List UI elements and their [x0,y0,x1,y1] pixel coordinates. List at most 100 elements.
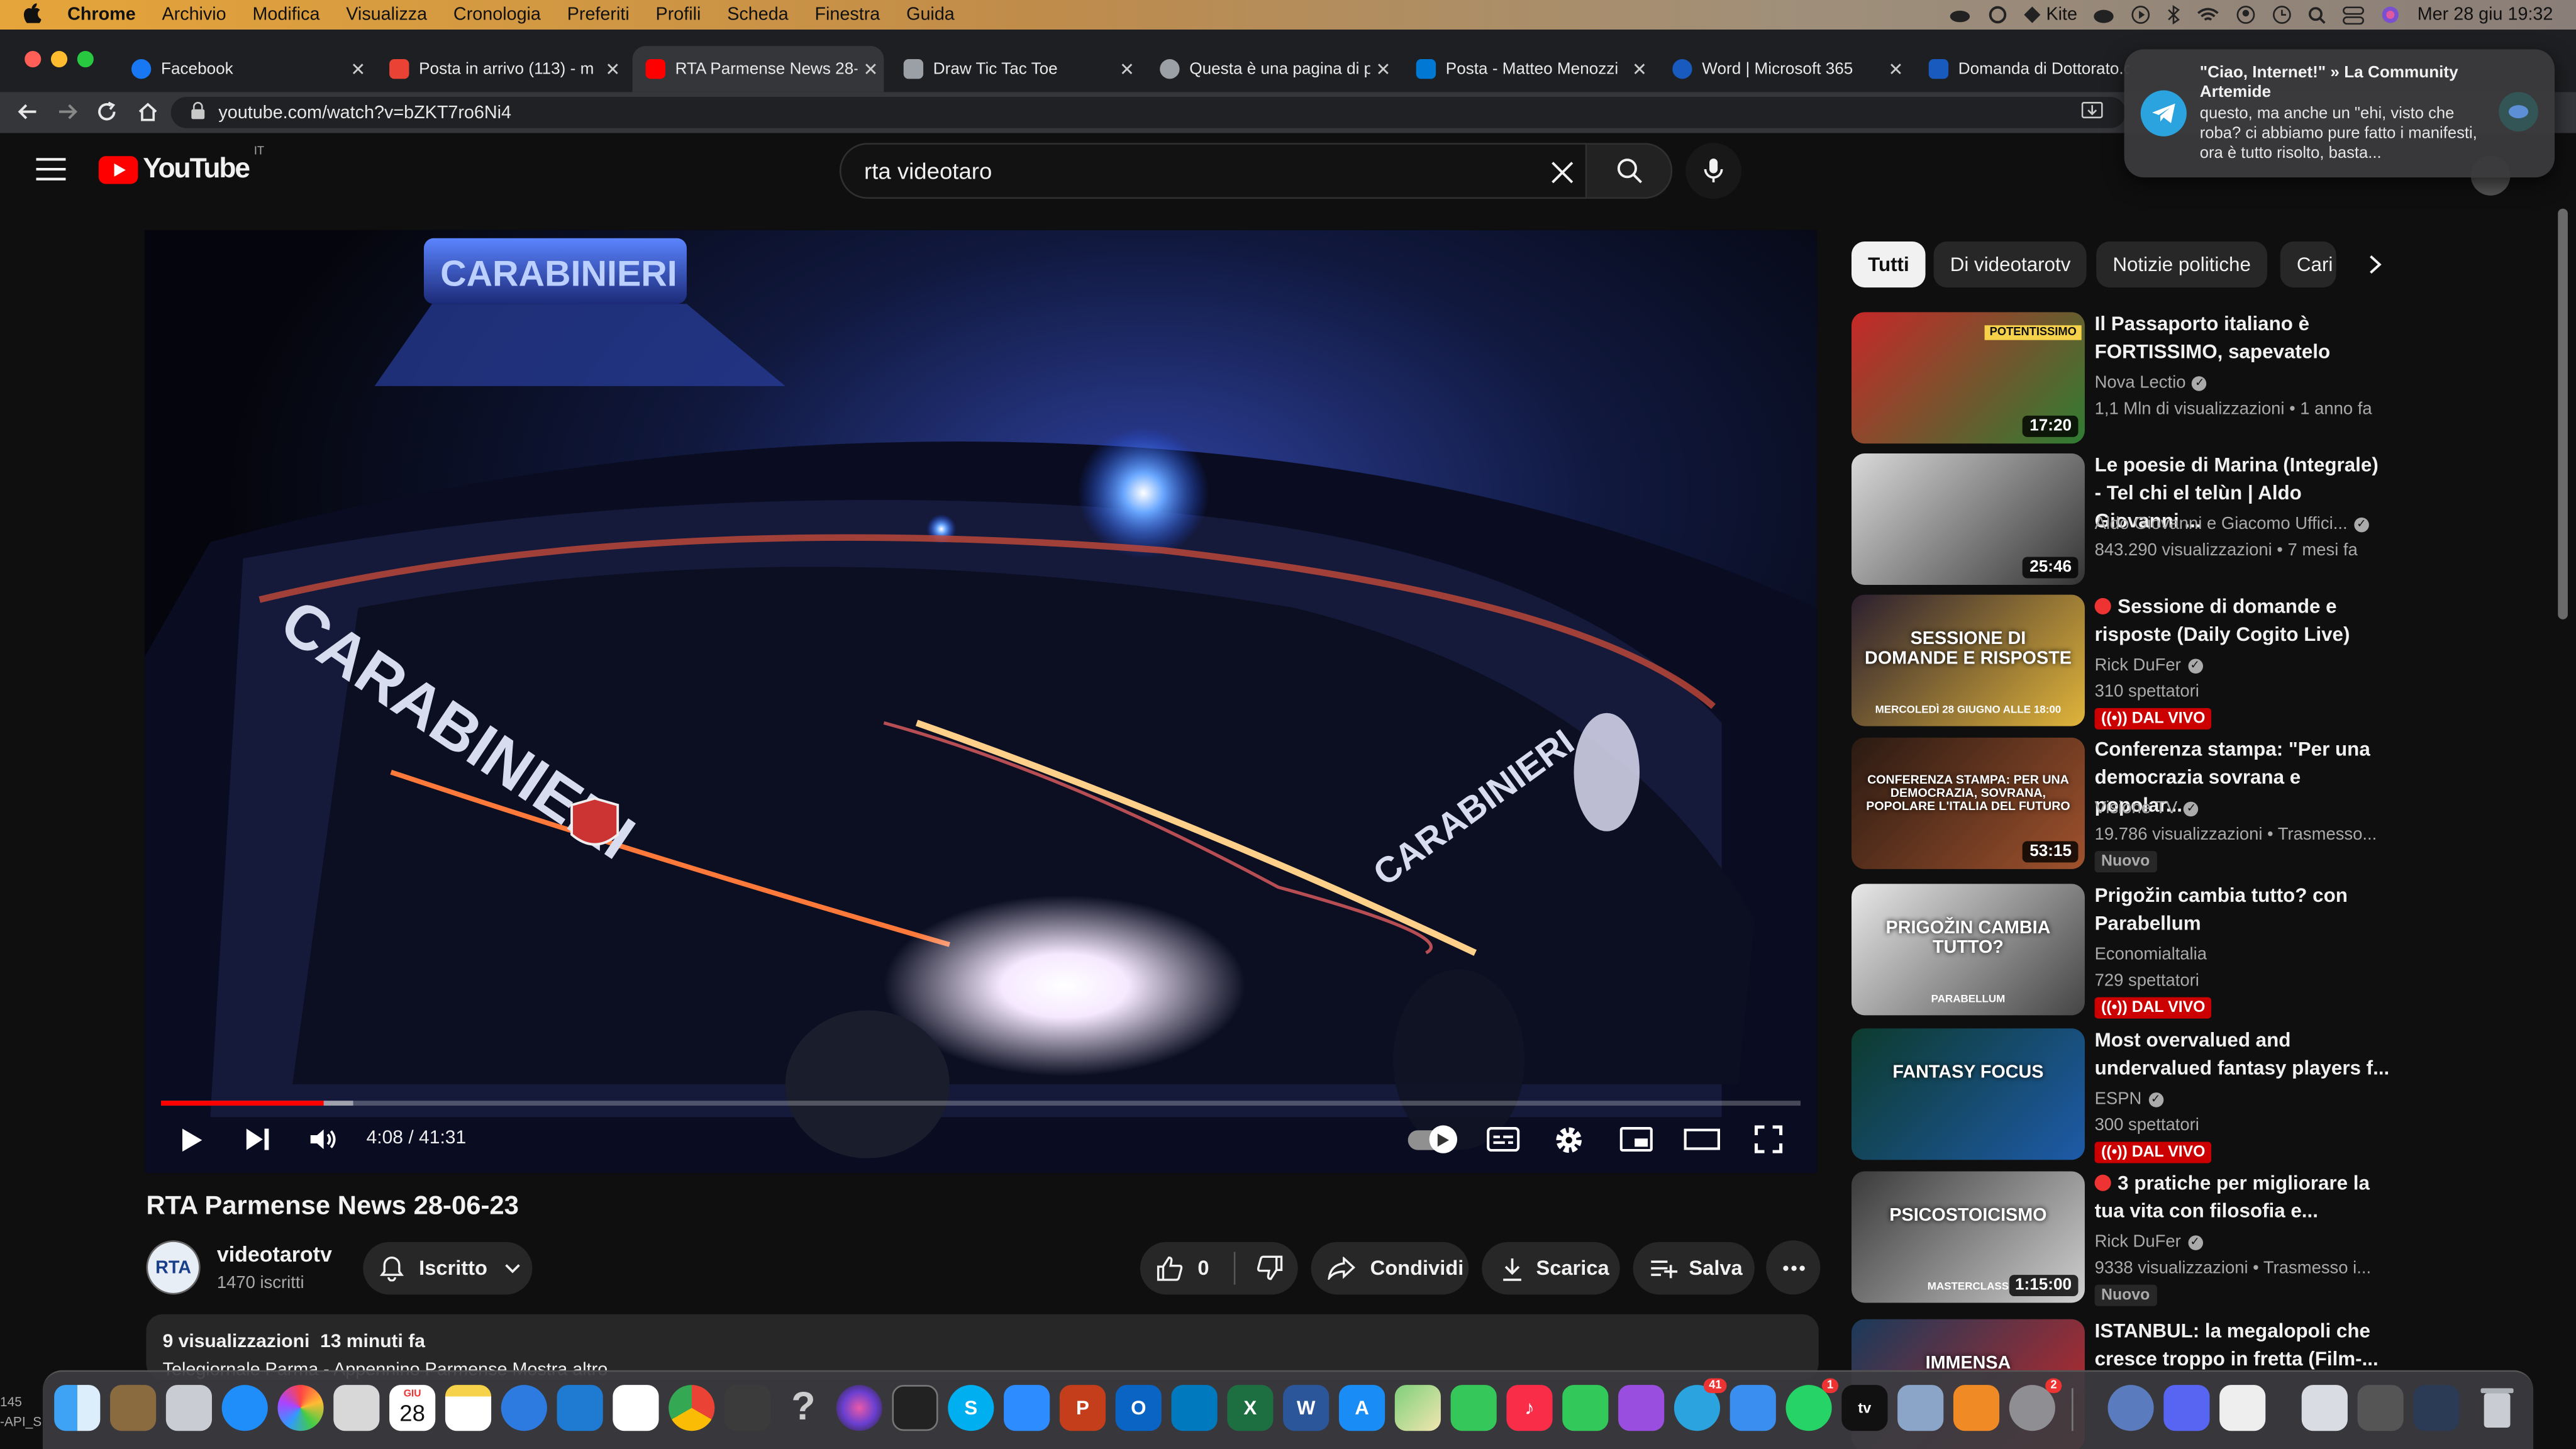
channel-name[interactable]: videotarotv [217,1242,332,1267]
video-thumbnail[interactable]: CONFERENZA STAMPA: PER UNA DEMOCRAZIA, S… [1851,737,2085,869]
recommendation-item[interactable]: 25:46 Le poesie di Marina (Integrale) - T… [1851,453,2541,585]
vscode-icon[interactable] [557,1385,603,1431]
books-icon[interactable] [1953,1385,2000,1431]
dislike-button[interactable] [1235,1255,1283,1282]
word-icon[interactable]: W [1283,1385,1330,1431]
menu-app-name[interactable]: Chrome [67,5,136,25]
subscribed-button[interactable]: Iscritto [363,1241,533,1295]
teams-icon[interactable] [724,1385,771,1431]
menu-guida[interactable]: Guida [906,5,955,25]
address-bar[interactable]: youtube.com/watch?v=bZKT7ro6Ni4 [170,97,2126,128]
home-icon[interactable] [136,100,160,131]
menu-visualizza[interactable]: Visualizza [346,5,427,25]
tab-gmail[interactable]: Posta in arrivo (113) - m ✕ [376,46,626,92]
recommendation-channel[interactable]: Nova Lectio ✓ [2095,373,2207,392]
video-thumbnail[interactable]: 25:46 [1851,453,2085,585]
finder-icon[interactable] [54,1385,101,1431]
bluetooth-icon[interactable] [2168,5,2181,25]
menu-scheda[interactable]: Scheda [727,5,788,25]
textedit-icon[interactable] [2219,1385,2266,1431]
siri-dock-icon[interactable] [836,1385,882,1431]
chip-tutti[interactable]: Tutti [1851,241,1926,288]
maps-icon[interactable] [1394,1385,1441,1431]
like-button[interactable]: 0 [1140,1255,1209,1282]
terminal-icon[interactable] [892,1385,938,1431]
volume-icon[interactable] [309,1127,338,1160]
search-button[interactable] [1587,143,1673,199]
kite-menu[interactable]: Kite [2024,5,2077,25]
tab-word-doc[interactable]: Domanda di Dottorato.c [1916,46,2129,92]
subtitles-icon[interactable] [1487,1126,1520,1160]
recommendation-channel[interactable]: Aldo Giovanni e Giacomo Uffici... ✓ [2095,514,2369,534]
zoom-icon[interactable] [1004,1385,1050,1431]
chip-partial[interactable]: Cari [2280,241,2336,288]
miniplayer-icon[interactable] [1619,1126,1653,1160]
system-settings-icon[interactable]: 2 [2009,1378,2062,1431]
recommendation-title[interactable]: 3 pratiche per migliorare la tua vita co… [2094,1170,2390,1226]
calendar-icon[interactable]: GIU 28 [389,1385,436,1431]
save-button[interactable]: Salva [1633,1241,1755,1295]
cloud-status-icon[interactable] [1949,6,1972,23]
tab-close-icon[interactable]: ✕ [1114,58,1140,79]
github-desktop-icon[interactable] [2107,1385,2154,1431]
channel-avatar[interactable]: RTA [146,1240,201,1295]
menu-preferiti[interactable]: Preferiti [567,5,630,25]
trash-icon[interactable] [2474,1385,2520,1431]
notes-icon[interactable] [445,1385,492,1431]
theater-mode-icon[interactable] [1684,1128,1721,1158]
play-icon[interactable] [180,1127,204,1162]
apple-tv-icon[interactable]: tv [1841,1385,1888,1431]
tab-close-icon[interactable]: ✕ [1370,58,1397,79]
video-thumbnail[interactable]: SESSIONE DI DOMANDE E RISPOSTE MERCOLEDÌ … [1851,594,2085,726]
tab-close-icon[interactable]: ✕ [345,58,372,79]
tab-youtube-active[interactable]: RTA Parmense News 28- ✕ [632,46,884,92]
video-thumbnail[interactable]: POTENTISSIMO 17:20 [1851,312,2085,444]
tab-close-icon[interactable]: ✕ [1883,58,1909,79]
fullscreen-icon[interactable] [1754,1125,1783,1161]
tab-word-365[interactable]: Word | Microsoft 365 ✕ [1659,46,1909,92]
tab-close-icon[interactable]: ✕ [858,58,884,79]
recommendation-item[interactable]: POTENTISSIMO 17:20 Il Passaporto italiano … [1851,312,2541,444]
recommendation-title[interactable]: Prigožin cambia tutto? con Parabellum [2095,882,2390,938]
photos-icon[interactable] [277,1385,324,1431]
video-thumbnail[interactable]: FANTASY FOCUS [1851,1028,2085,1160]
back-arrow-icon[interactable] [16,100,40,131]
menubar-clock[interactable]: Mer 28 giu 19:32 [2418,5,2553,25]
chip-di-videotarotv[interactable]: Di videotarotv [1933,241,2087,288]
reminders-icon[interactable] [613,1385,659,1431]
menu-finestra[interactable]: Finestra [814,5,880,25]
recommendation-title[interactable]: Sessione di domande e risposte (Daily Co… [2094,593,2390,649]
tab-outlook[interactable]: Posta - Matteo Menozzi ✕ [1403,46,1653,92]
launchpad-grid-icon[interactable] [333,1385,380,1431]
podcasts-icon[interactable] [1618,1385,1665,1431]
excel-icon[interactable]: X [1227,1385,1274,1431]
screenshot-stack-icon[interactable] [2413,1385,2460,1431]
install-app-icon[interactable] [2081,101,2103,126]
share-button[interactable]: Condividi [1311,1241,1469,1295]
voice-search-button[interactable] [1685,143,1741,199]
recommendation-item[interactable]: SESSIONE DI DOMANDE E RISPOSTE MERCOLEDÌ … [1851,593,2541,730]
recommendation-item[interactable]: CONFERENZA STAMPA: PER UNA DEMOCRAZIA, S… [1851,737,2541,873]
menu-profili[interactable]: Profili [656,5,701,25]
tab-facebook[interactable]: Facebook ✕ [118,46,371,92]
video-progress-bar[interactable] [160,1101,1801,1106]
tab-generic-page[interactable]: Questa è una pagina di p ✕ [1146,46,1396,92]
whatsapp-icon[interactable]: 1 [1785,1378,1839,1431]
reload-icon[interactable] [96,100,119,131]
settings-gear-icon[interactable] [1554,1125,1584,1163]
app-store-icon[interactable]: A [1338,1385,1385,1431]
recommendation-title[interactable]: Most overvalued and undervalued fantasy … [2095,1027,2390,1083]
outlook-icon[interactable]: O [1115,1385,1162,1431]
autoplay-toggle[interactable] [1407,1125,1458,1153]
menu-archivio[interactable]: Archivio [162,5,226,25]
window-close-button[interactable] [25,50,42,68]
hamburger-menu-icon[interactable] [36,158,66,189]
more-actions-button[interactable] [1766,1240,1821,1295]
tab-close-icon[interactable]: ✕ [1626,58,1653,79]
page-scrollbar[interactable] [2558,208,2568,619]
mail-icon[interactable] [1729,1385,1776,1431]
recommendation-item[interactable]: FANTASY FOCUS Most overvalued and underva… [1851,1027,2541,1163]
window-minimize-button[interactable] [50,50,68,68]
window-zoom-button[interactable] [77,50,94,68]
powerpoint-icon[interactable]: P [1059,1385,1106,1431]
